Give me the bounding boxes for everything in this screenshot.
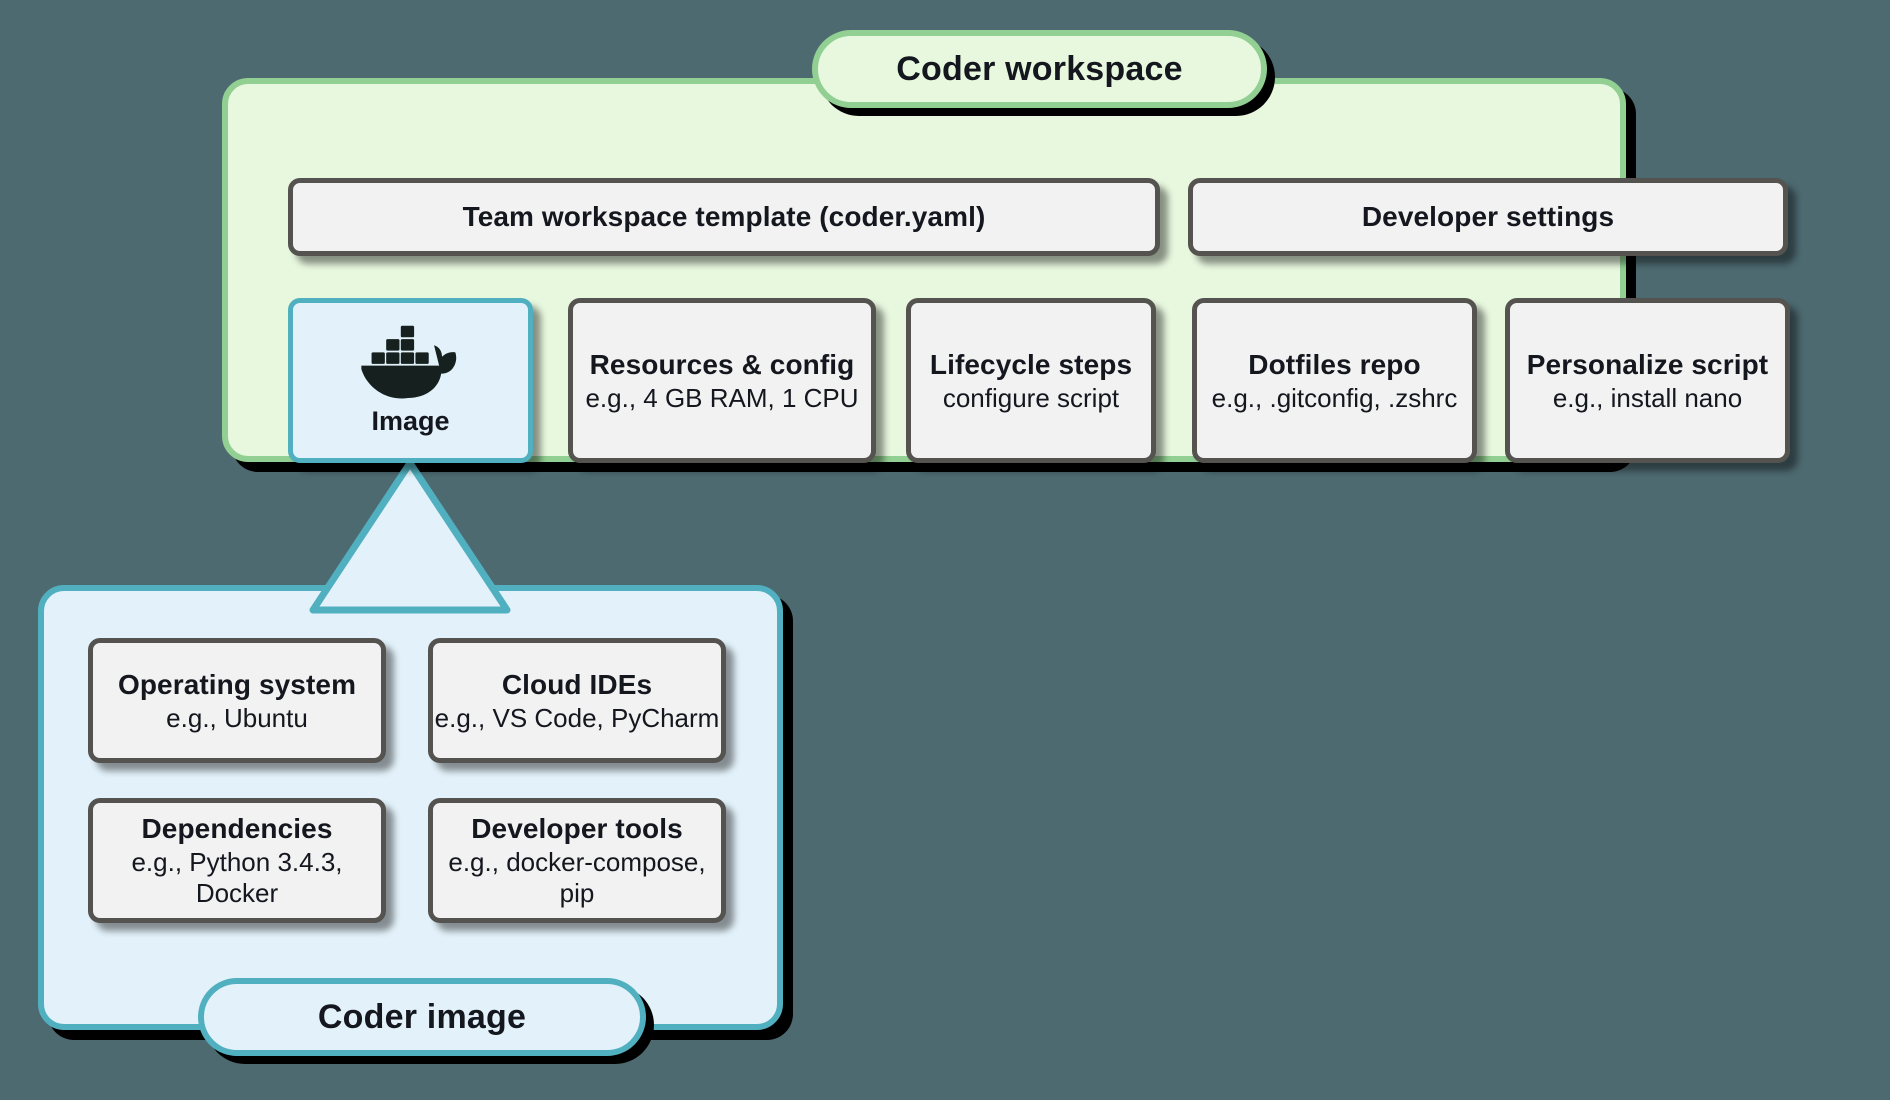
- card-team-workspace-template[interactable]: Team workspace template (coder.yaml): [288, 178, 1160, 256]
- card-title: Image: [371, 406, 450, 436]
- card-title: Team workspace template (coder.yaml): [462, 201, 986, 233]
- card-title: Personalize script: [1526, 348, 1769, 380]
- card-developer-settings[interactable]: Developer settings: [1188, 178, 1788, 256]
- coder-workspace-label-text: Coder workspace: [896, 49, 1183, 88]
- card-lifecycle-steps[interactable]: Lifecycle steps configure script: [906, 298, 1156, 463]
- image-to-workspace-arrow: [309, 459, 511, 614]
- card-operating-system[interactable]: Operating system e.g., Ubuntu: [88, 638, 386, 763]
- card-title: Dotfiles repo: [1248, 348, 1421, 380]
- coder-image-label-text: Coder image: [317, 997, 527, 1036]
- card-title: Developer tools: [471, 813, 683, 845]
- card-title: Dependencies: [141, 813, 333, 845]
- card-subtitle: e.g., Python 3.4.3, Docker: [131, 847, 343, 909]
- card-subtitle: e.g., .gitconfig, .zshrc: [1211, 382, 1458, 413]
- card-personalize-script[interactable]: Personalize script e.g., install nano: [1505, 298, 1790, 463]
- card-subtitle: e.g., 4 GB RAM, 1 CPU: [585, 382, 859, 413]
- card-developer-tools[interactable]: Developer tools e.g., docker-compose, pi…: [428, 798, 726, 923]
- card-subtitle: e.g., Ubuntu: [166, 702, 308, 733]
- card-subtitle: configure script: [942, 382, 1120, 413]
- card-resources-config[interactable]: Resources & config e.g., 4 GB RAM, 1 CPU: [568, 298, 876, 463]
- card-dotfiles-repo[interactable]: Dotfiles repo e.g., .gitconfig, .zshrc: [1192, 298, 1477, 463]
- card-dependencies[interactable]: Dependencies e.g., Python 3.4.3, Docker: [88, 798, 386, 923]
- card-cloud-ides[interactable]: Cloud IDEs e.g., VS Code, PyCharm: [428, 638, 726, 763]
- diagram-canvas: Team workspace template (coder.yaml) Dev…: [0, 0, 1890, 1100]
- coder-image-label: Coder image: [198, 978, 646, 1056]
- card-title: Developer settings: [1361, 201, 1615, 233]
- card-subtitle: e.g., docker-compose, pip: [448, 847, 706, 909]
- card-image[interactable]: Image: [288, 298, 533, 463]
- card-title: Operating system: [117, 668, 357, 700]
- card-subtitle: e.g., install nano: [1552, 382, 1743, 413]
- docker-whale-icon: [360, 325, 456, 399]
- coder-workspace-label: Coder workspace: [812, 30, 1267, 108]
- card-title: Resources & config: [589, 348, 855, 380]
- card-title: Lifecycle steps: [929, 348, 1133, 380]
- card-title: Cloud IDEs: [501, 668, 653, 700]
- card-subtitle: e.g., VS Code, PyCharm: [434, 702, 720, 733]
